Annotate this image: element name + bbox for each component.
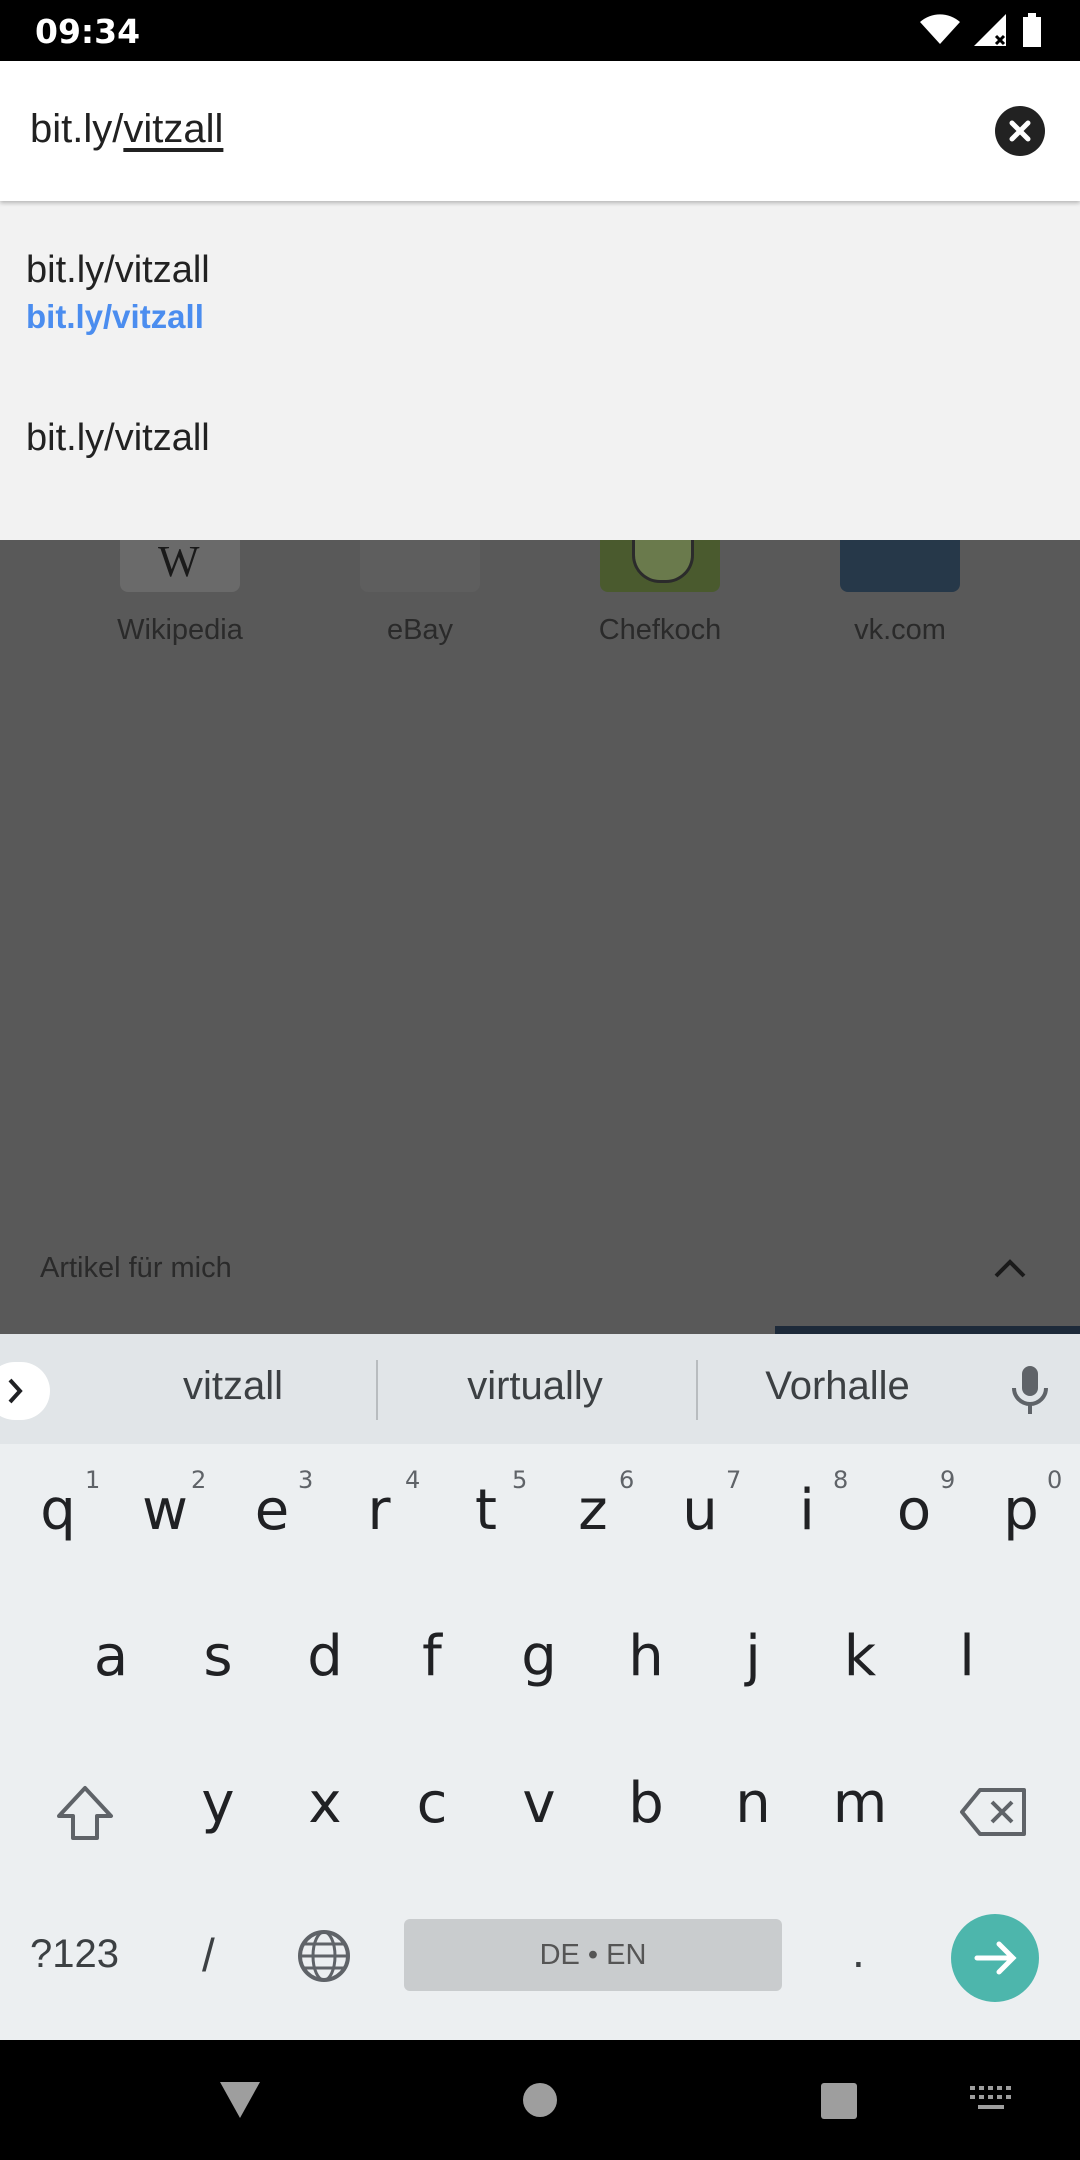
key-hint: 7 <box>726 1466 742 1494</box>
key-hint: 6 <box>619 1466 635 1494</box>
keyboard-switch-icon[interactable] <box>970 2086 1012 2114</box>
shift-icon[interactable] <box>55 1784 115 1842</box>
omnibox-suggestions: bit.ly/vitzall bit.ly/vitzall bit.ly/vit… <box>0 201 1080 540</box>
suggestion-divider <box>696 1360 698 1420</box>
suggestion-divider <box>376 1360 378 1420</box>
url-bar[interactable]: bit.ly/vitzall <box>0 61 1080 201</box>
word-suggestion[interactable]: vitzall <box>133 1364 333 1409</box>
suggestion-item[interactable]: bit.ly/vitzall <box>26 417 210 460</box>
key-hint: 5 <box>512 1466 528 1494</box>
tile-label-wikipedia: Wikipedia <box>117 614 243 646</box>
signal-icon <box>974 14 1006 46</box>
wifi-icon <box>920 14 960 44</box>
key-hint: 9 <box>940 1466 956 1494</box>
chevron-up-icon[interactable] <box>992 1254 1028 1280</box>
url-input[interactable]: bit.ly/vitzall <box>30 107 223 152</box>
spacebar[interactable]: DE • EN <box>404 1919 782 1991</box>
globe-icon[interactable] <box>296 1928 352 1984</box>
backspace-icon[interactable] <box>958 1786 1028 1838</box>
key-j[interactable]: j <box>703 1624 803 1689</box>
suggestion-title: bit.ly/vitzall <box>26 417 210 459</box>
url-prefix: bit.ly/ <box>30 107 124 151</box>
word-suggestion[interactable]: Vorhalle <box>725 1364 950 1409</box>
keyboard-expand-button[interactable] <box>0 1362 50 1420</box>
tile-ebay-icon[interactable] <box>360 540 480 592</box>
key-g[interactable]: g <box>489 1624 589 1689</box>
key-hint: 8 <box>833 1466 849 1494</box>
key-hint: 1 <box>85 1466 101 1494</box>
key-y[interactable]: y <box>168 1771 268 1836</box>
articles-header: Artikel für mich <box>40 1252 232 1284</box>
clear-input-button[interactable] <box>995 106 1045 156</box>
key-m[interactable]: m <box>810 1771 910 1836</box>
battery-icon <box>1023 13 1041 47</box>
tile-label-ebay: eBay <box>386 614 454 646</box>
enter-button[interactable] <box>951 1914 1039 2002</box>
key-k[interactable]: k <box>810 1624 910 1689</box>
tile-chefkoch-icon[interactable] <box>600 540 720 592</box>
key-l[interactable]: l <box>917 1624 1017 1689</box>
tile-label-chefkoch: Chefkoch <box>598 614 722 646</box>
key-h[interactable]: h <box>596 1624 696 1689</box>
key-a[interactable]: a <box>61 1624 161 1689</box>
chef-hat-icon <box>632 540 694 583</box>
suggestion-title: bit.ly/vitzall <box>26 249 210 291</box>
key-hint: 3 <box>298 1466 314 1494</box>
tile-vk-icon[interactable] <box>840 540 960 592</box>
key-f[interactable]: f <box>382 1624 482 1689</box>
suggestion-item[interactable]: bit.ly/vitzall bit.ly/vitzall <box>26 249 210 336</box>
tile-label-vk: vk.com <box>854 614 946 646</box>
chevron-right-icon <box>8 1378 23 1404</box>
status-time: 09:34 <box>35 12 141 51</box>
key-hint: 2 <box>191 1466 207 1494</box>
period-key[interactable]: . <box>852 1924 865 1978</box>
recents-icon[interactable] <box>820 2082 858 2120</box>
arrow-right-icon <box>974 1941 1017 1975</box>
key-c[interactable]: c <box>382 1771 482 1836</box>
key-n[interactable]: n <box>703 1771 803 1836</box>
key-b[interactable]: b <box>596 1771 696 1836</box>
word-suggestion[interactable]: virtually <box>420 1364 650 1409</box>
key-v[interactable]: v <box>489 1771 589 1836</box>
suggestion-url: bit.ly/vitzall <box>26 298 204 335</box>
wikipedia-w-icon: W <box>158 537 200 586</box>
symbols-key[interactable]: ?123 <box>30 1932 119 1977</box>
home-icon[interactable] <box>522 2082 558 2118</box>
tile-wikipedia-icon[interactable]: W <box>120 537 240 592</box>
back-icon[interactable] <box>218 2080 262 2120</box>
url-typed-text: vitzall <box>123 107 224 151</box>
key-hint: 0 <box>1047 1466 1063 1494</box>
slash-key[interactable]: / <box>202 1928 215 1982</box>
key-hint: 4 <box>405 1466 421 1494</box>
key-x[interactable]: x <box>275 1771 375 1836</box>
status-bar: 09:34 <box>0 0 1080 61</box>
microphone-icon[interactable] <box>1010 1364 1050 1416</box>
article-thumbnail-strip <box>775 1326 1080 1334</box>
key-d[interactable]: d <box>275 1624 375 1689</box>
keyboard-suggestion-bar: vitzall virtually Vorhalle <box>0 1334 1080 1444</box>
soft-keyboard: vitzall virtually Vorhalle q w e r t z u… <box>0 1334 1080 2040</box>
navigation-bar <box>0 2040 1080 2160</box>
close-icon <box>1009 120 1031 142</box>
key-s[interactable]: s <box>168 1624 268 1689</box>
